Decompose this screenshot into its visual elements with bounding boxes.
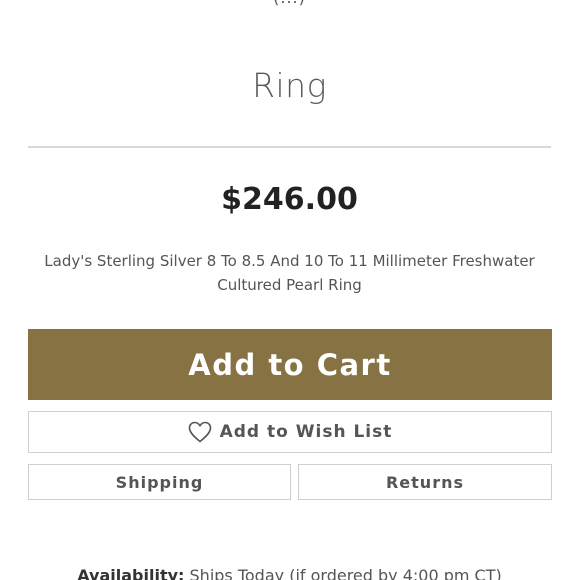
- availability-label: Availability:: [77, 566, 185, 580]
- product-page: (...) Ring $246.00 Lady's Sterling Silve…: [0, 0, 579, 580]
- availability-value: Ships Today (if ordered by 4:00 pm CT): [189, 566, 502, 580]
- add-to-cart-button[interactable]: Add to Cart: [28, 329, 552, 400]
- heart-icon: [188, 421, 212, 443]
- product-title: Ring: [252, 66, 327, 105]
- product-description: Lady's Sterling Silver 8 To 8.5 And 10 T…: [44, 252, 535, 294]
- product-price: $246.00: [221, 182, 358, 217]
- cut-off-text: (...): [0, 0, 579, 7]
- add-to-wish-list-button[interactable]: Add to Wish List: [28, 411, 552, 453]
- title-divider: [28, 146, 551, 148]
- wish-list-label: Add to Wish List: [219, 422, 393, 442]
- returns-button[interactable]: Returns: [298, 464, 552, 500]
- availability-line: Availability: Ships Today (if ordered by…: [0, 566, 579, 580]
- shipping-button[interactable]: Shipping: [28, 464, 291, 500]
